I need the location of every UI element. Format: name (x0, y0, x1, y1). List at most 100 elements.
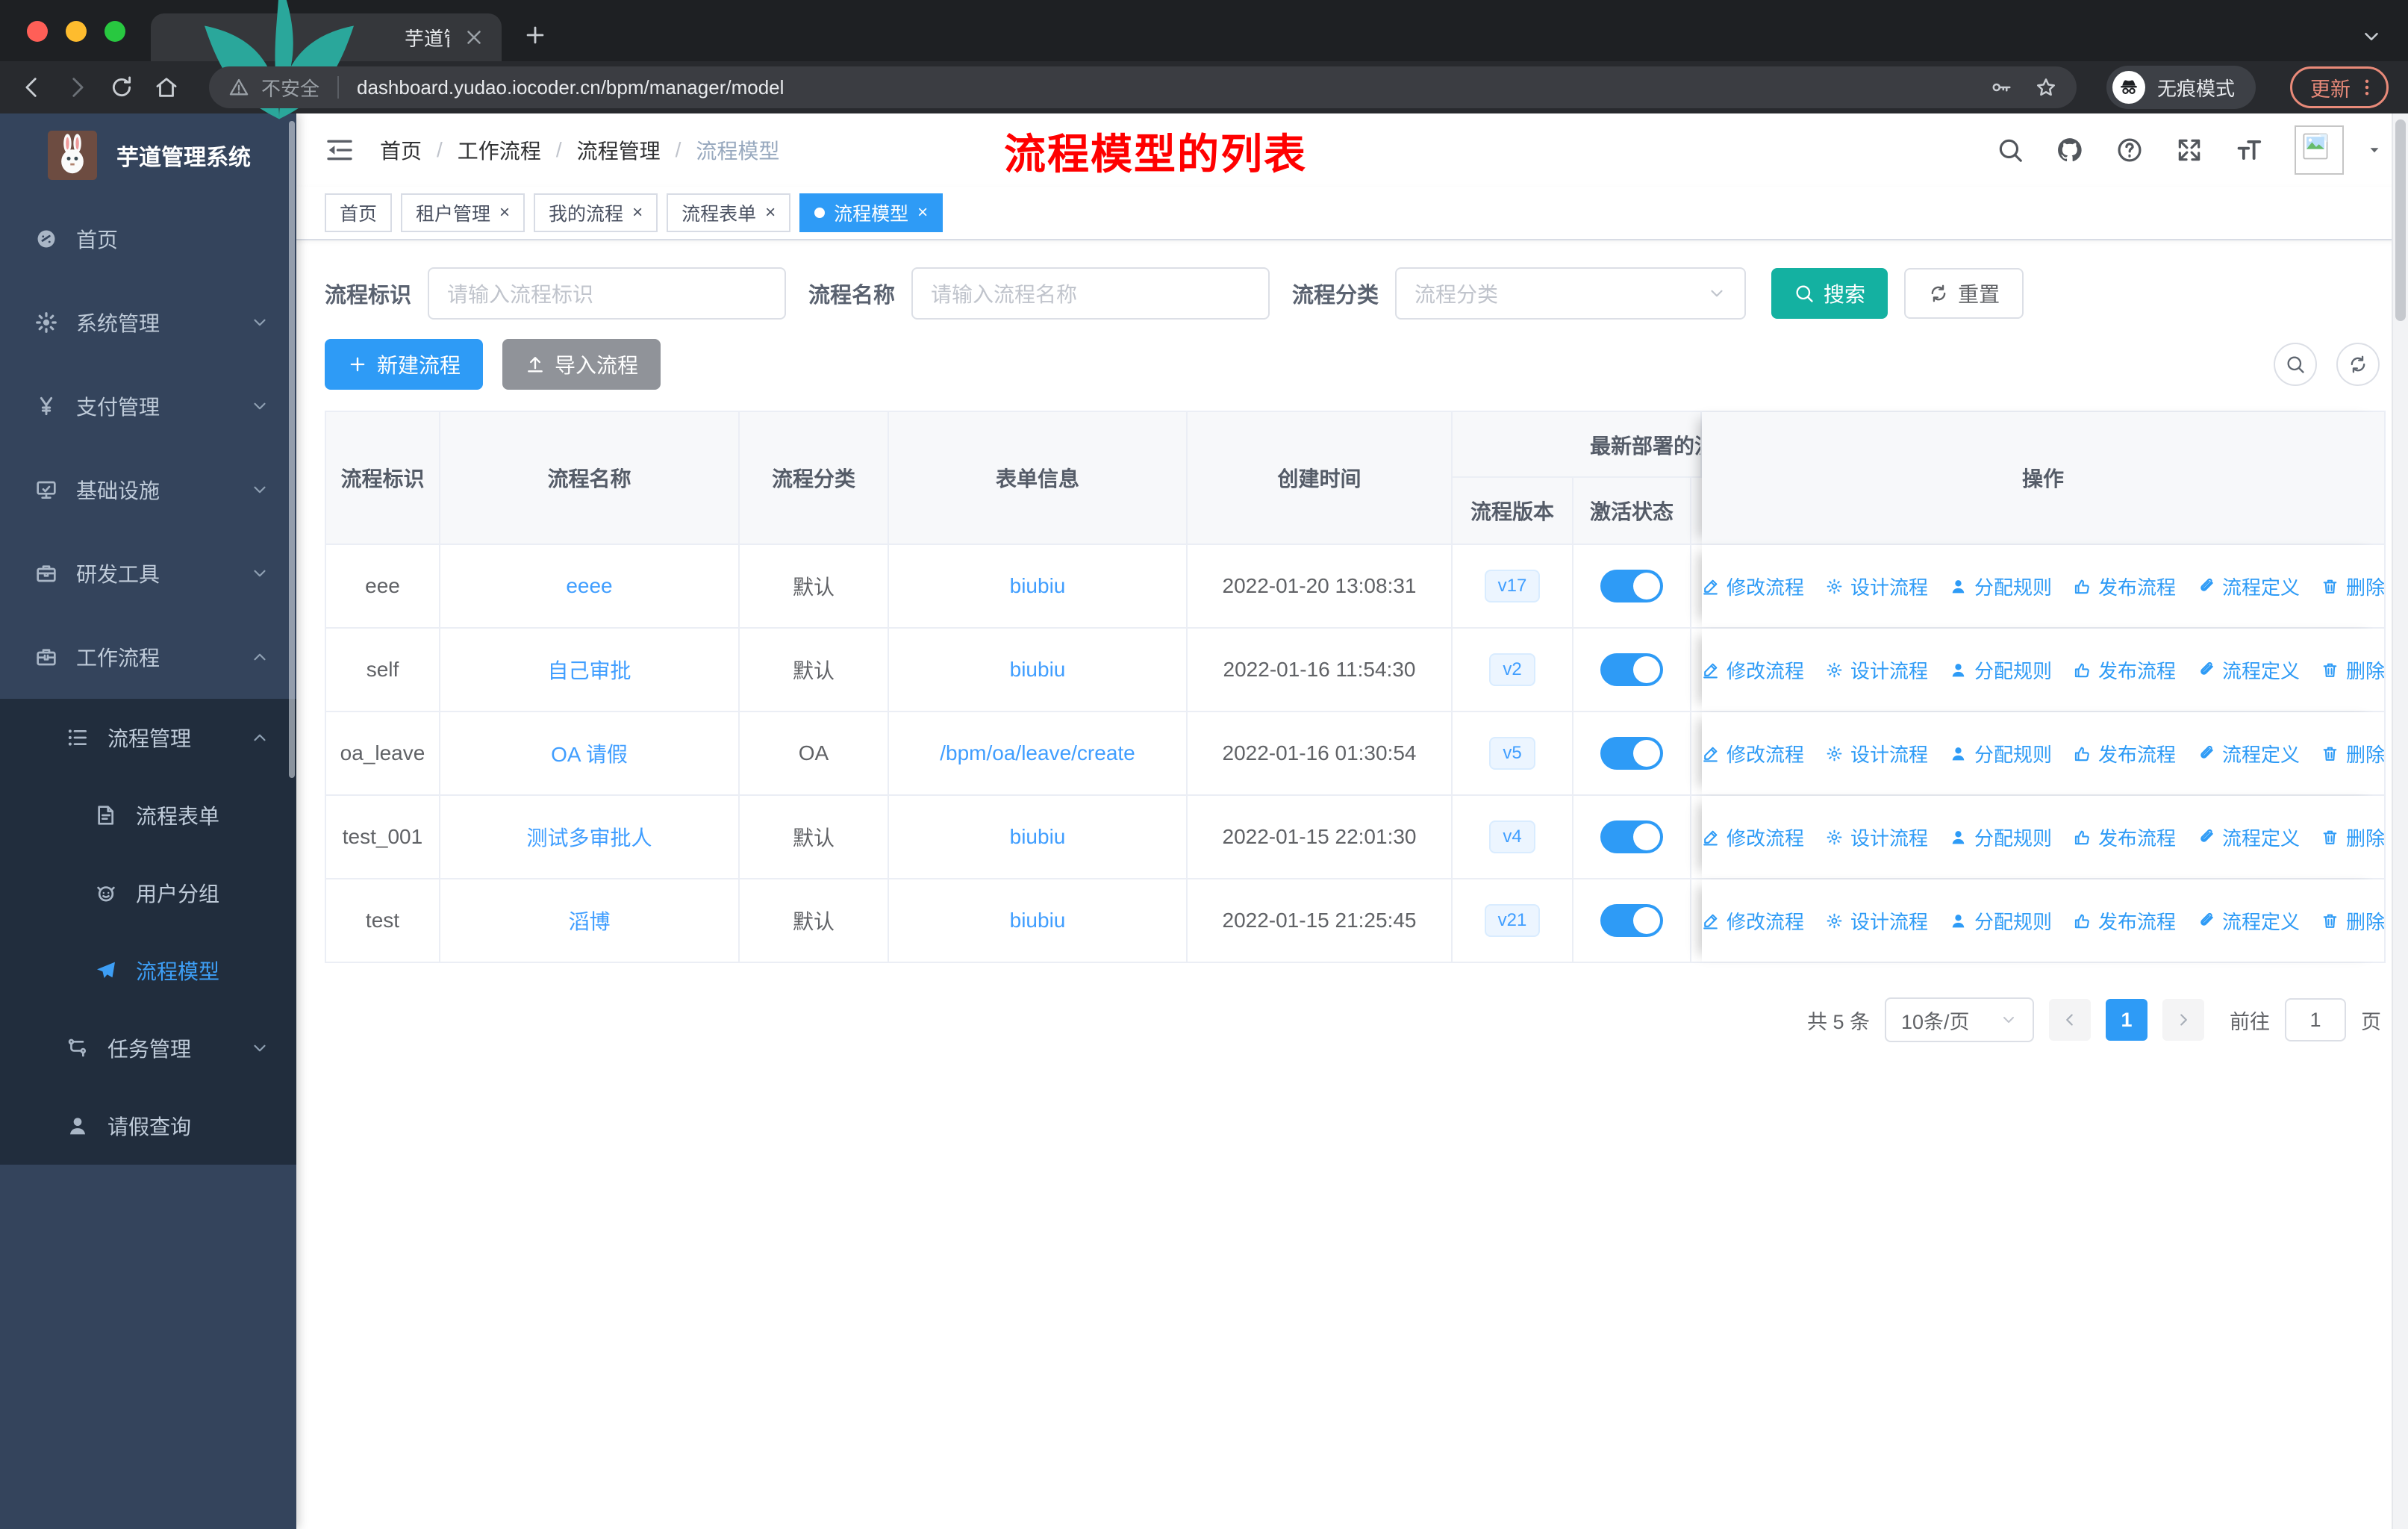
action-assign-link[interactable]: 分配规则 (1949, 823, 2052, 851)
sidebar-scrollbar[interactable] (289, 121, 295, 778)
action-delete-link[interactable]: 删除 (2321, 823, 2384, 851)
tag-租户管理[interactable]: 租户管理 × (401, 193, 525, 232)
tag-close-icon[interactable]: × (765, 204, 776, 222)
update-browser-button[interactable]: 更新 (2290, 66, 2389, 108)
tag-我的流程[interactable]: 我的流程 × (534, 193, 658, 232)
prev-page-button[interactable] (2049, 999, 2091, 1041)
address-input[interactable]: 不安全 dashboard.yudao.iocoder.cn/bpm/manag… (209, 66, 2077, 108)
forward-button[interactable] (64, 75, 90, 100)
toggle-search-button[interactable] (2274, 343, 2317, 386)
action-definition-link[interactable]: 流程定义 (2197, 573, 2300, 600)
import-process-button[interactable]: 导入流程 (502, 339, 661, 390)
sidebar-item-用户分组[interactable]: 用户分组 (0, 854, 296, 932)
avatar[interactable] (2295, 125, 2344, 175)
action-definition-link[interactable]: 流程定义 (2197, 823, 2300, 851)
url-text[interactable]: dashboard.yudao.iocoder.cn/bpm/manager/m… (357, 76, 1968, 99)
next-page-button[interactable] (2162, 999, 2204, 1041)
current-page-button[interactable]: 1 (2106, 999, 2147, 1041)
tag-首页[interactable]: 首页 (325, 193, 393, 232)
process-name-link[interactable]: 自己审批 (547, 655, 631, 685)
font-size-icon[interactable] (2235, 136, 2263, 164)
help-icon[interactable] (2115, 136, 2144, 164)
sidebar-item-研发工具[interactable]: 研发工具 (0, 532, 296, 615)
action-edit-link[interactable]: 修改流程 (1702, 740, 1804, 767)
avatar-caret-icon[interactable] (2365, 140, 2384, 160)
tab-search-icon[interactable] (2360, 25, 2383, 48)
action-delete-link[interactable]: 删除 (2321, 656, 2384, 684)
fullscreen-icon[interactable] (2175, 136, 2203, 164)
scrollbar-thumb[interactable] (2395, 119, 2406, 321)
sidebar-item-系统管理[interactable]: 系统管理 (0, 281, 296, 364)
action-assign-link[interactable]: 分配规则 (1949, 740, 2052, 767)
process-name-input[interactable]: 请输入流程名称 (911, 267, 1270, 320)
action-publish-link[interactable]: 发布流程 (2073, 656, 2176, 684)
process-name-link[interactable]: 测试多审批人 (526, 822, 652, 852)
action-design-link[interactable]: 设计流程 (1825, 573, 1928, 600)
sidebar-item-基础设施[interactable]: 基础设施 (0, 448, 296, 532)
version-badge[interactable]: v4 (1489, 820, 1535, 853)
bookmark-star-icon[interactable] (2035, 76, 2057, 99)
action-delete-link[interactable]: 删除 (2321, 907, 2384, 935)
action-edit-link[interactable]: 修改流程 (1702, 907, 1804, 935)
active-toggle[interactable] (1600, 653, 1663, 686)
close-window-button[interactable] (27, 21, 48, 42)
new-tab-button[interactable] (523, 22, 548, 48)
browser-menu-icon[interactable] (2356, 77, 2377, 98)
window-controls[interactable] (27, 21, 125, 42)
avatar-caret-icon[interactable] (2365, 140, 2384, 160)
forward-button[interactable] (64, 75, 90, 100)
home-button[interactable] (154, 75, 179, 100)
version-badge[interactable]: v17 (1484, 570, 1541, 602)
sidebar-item-流程模型[interactable]: 流程模型 (0, 932, 296, 1009)
sidebar-item-工作流程[interactable]: 工作流程 (0, 615, 296, 699)
bookmark-star-icon[interactable] (2035, 76, 2057, 99)
sidebar-item-任务管理[interactable]: 任务管理 (0, 1009, 296, 1087)
form-info-link[interactable]: biubiu (1010, 825, 1066, 849)
tab-search-icon[interactable] (2360, 25, 2383, 48)
sidebar-item-首页[interactable]: 首页 (0, 197, 296, 281)
action-design-link[interactable]: 设计流程 (1825, 823, 1928, 851)
version-badge[interactable]: v21 (1484, 904, 1541, 937)
action-delete-link[interactable]: 删除 (2321, 740, 2384, 767)
action-publish-link[interactable]: 发布流程 (2073, 823, 2176, 851)
browser-tab[interactable]: 芋道管理系统 (151, 0, 502, 119)
breadcrumb-item-工作流程[interactable]: 工作流程 (458, 135, 541, 165)
minimize-window-button[interactable] (66, 21, 87, 42)
action-assign-link[interactable]: 分配规则 (1949, 656, 2052, 684)
active-toggle[interactable] (1600, 904, 1663, 937)
maximize-window-button[interactable] (105, 21, 125, 42)
action-publish-link[interactable]: 发布流程 (2073, 907, 2176, 935)
action-definition-link[interactable]: 流程定义 (2197, 656, 2300, 684)
form-info-link[interactable]: biubiu (1010, 658, 1066, 682)
active-toggle[interactable] (1600, 570, 1663, 602)
form-info-link[interactable]: /bpm/oa/leave/create (940, 741, 1135, 765)
fullscreen-icon[interactable] (2175, 136, 2203, 164)
form-info-link[interactable]: biubiu (1010, 909, 1066, 932)
action-edit-link[interactable]: 修改流程 (1702, 573, 1804, 600)
tag-流程模型[interactable]: 流程模型 × (799, 193, 943, 232)
process-name-link[interactable]: 滔博 (568, 906, 610, 935)
action-delete-link[interactable]: 删除 (2321, 573, 2384, 600)
version-badge[interactable]: v5 (1489, 737, 1535, 770)
action-publish-link[interactable]: 发布流程 (2073, 740, 2176, 767)
version-badge[interactable]: v2 (1489, 653, 1535, 686)
font-size-icon[interactable] (2235, 136, 2263, 164)
action-definition-link[interactable]: 流程定义 (2197, 907, 2300, 935)
refresh-table-button[interactable] (2336, 343, 2380, 386)
sidebar-item-支付管理[interactable]: 支付管理 (0, 364, 296, 448)
sidebar-item-流程管理[interactable]: 流程管理 (0, 699, 296, 776)
home-button[interactable] (154, 75, 179, 100)
process-category-select[interactable]: 流程分类 (1395, 267, 1747, 320)
tag-流程表单[interactable]: 流程表单 × (667, 193, 791, 232)
tag-close-icon[interactable]: × (499, 204, 510, 222)
not-secure-icon[interactable] (228, 77, 249, 98)
search-button[interactable]: 搜索 (1771, 268, 1888, 319)
reload-button[interactable] (109, 75, 134, 100)
create-process-button[interactable]: 新建流程 (325, 339, 484, 390)
active-toggle[interactable] (1600, 820, 1663, 853)
reload-button[interactable] (109, 75, 134, 100)
github-icon[interactable] (2056, 136, 2084, 164)
action-design-link[interactable]: 设计流程 (1825, 907, 1928, 935)
help-icon[interactable] (2115, 136, 2144, 164)
sidebar-item-流程表单[interactable]: 流程表单 (0, 776, 296, 854)
